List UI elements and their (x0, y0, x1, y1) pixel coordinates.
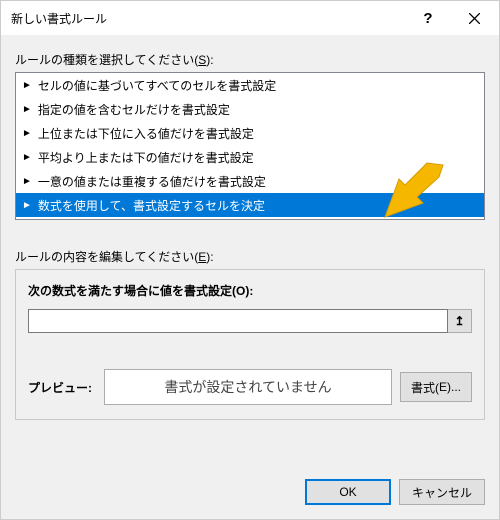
rule-edit-area: ルールの内容を編集してください(E): 次の数式を満たす場合に値を書式設定(O)… (15, 242, 485, 420)
rule-edit-frame: 次の数式を満たす場合に値を書式設定(O): ↥ プレビュー: 書式が設定されてい… (15, 269, 485, 420)
formula-input[interactable] (28, 309, 448, 333)
rule-type-item[interactable]: ► 上位または下位に入る値だけを書式設定 (16, 121, 484, 145)
preview-label: プレビュー: (28, 379, 96, 396)
ok-button[interactable]: OK (305, 479, 391, 505)
range-picker-button[interactable]: ↥ (448, 309, 472, 333)
bullet-icon: ► (22, 104, 32, 115)
rule-type-label: ルールの種類を選択してください(S): (15, 51, 485, 68)
rule-type-item-label: 上位または下位に入る値だけを書式設定 (38, 125, 254, 142)
close-button[interactable] (451, 2, 497, 34)
bullet-icon: ► (22, 176, 32, 187)
dialog-body: ルールの種類を選択してください(S): ► セルの値に基づいてすべてのセルを書式… (1, 35, 499, 467)
window-title: 新しい書式ルール (11, 10, 405, 27)
close-icon (469, 13, 480, 24)
bullet-icon: ► (22, 80, 32, 91)
rule-type-item[interactable]: ► 平均より上または下の値だけを書式設定 (16, 145, 484, 169)
help-icon: ? (423, 10, 432, 27)
bullet-icon: ► (22, 128, 32, 139)
bullet-icon: ► (22, 152, 32, 163)
titlebar: 新しい書式ルール ? (1, 1, 499, 35)
new-format-rule-dialog: 新しい書式ルール ? ルールの種類を選択してください(S): ► セルの値に基づ… (0, 0, 500, 520)
range-picker-icon: ↥ (454, 314, 464, 328)
rule-type-item[interactable]: ► 一意の値または重複する値だけを書式設定 (16, 169, 484, 193)
preview-box: 書式が設定されていません (104, 369, 392, 405)
preview-row: プレビュー: 書式が設定されていません 書式(E)... (28, 369, 472, 405)
cancel-button[interactable]: キャンセル (399, 479, 485, 505)
format-button[interactable]: 書式(E)... (400, 372, 472, 402)
rule-type-item-label: 一意の値または重複する値だけを書式設定 (38, 173, 266, 190)
rule-type-list[interactable]: ► セルの値に基づいてすべてのセルを書式設定 ► 指定の値を含むセルだけを書式設… (15, 72, 485, 220)
preview-text: 書式が設定されていません (164, 377, 331, 397)
rule-type-item-label: 指定の値を含むセルだけを書式設定 (38, 101, 230, 118)
rule-type-item[interactable]: ► セルの値に基づいてすべてのセルを書式設定 (16, 73, 484, 97)
formula-label: 次の数式を満たす場合に値を書式設定(O): (28, 282, 472, 299)
rule-type-item-label: 数式を使用して、書式設定するセルを決定 (38, 197, 265, 214)
cancel-button-label: キャンセル (412, 484, 472, 501)
rule-type-item-selected[interactable]: ► 数式を使用して、書式設定するセルを決定 (16, 193, 484, 217)
rule-type-item-label: セルの値に基づいてすべてのセルを書式設定 (38, 77, 276, 94)
rule-type-item-label: 平均より上または下の値だけを書式設定 (38, 149, 254, 166)
ok-button-label: OK (339, 485, 356, 499)
formula-row: ↥ (28, 309, 472, 333)
help-button[interactable]: ? (405, 2, 451, 34)
dialog-buttons: OK キャンセル (1, 467, 499, 519)
rule-edit-label: ルールの内容を編集してください(E): (15, 248, 485, 265)
rule-type-item[interactable]: ► 指定の値を含むセルだけを書式設定 (16, 97, 484, 121)
bullet-icon: ► (22, 200, 32, 211)
